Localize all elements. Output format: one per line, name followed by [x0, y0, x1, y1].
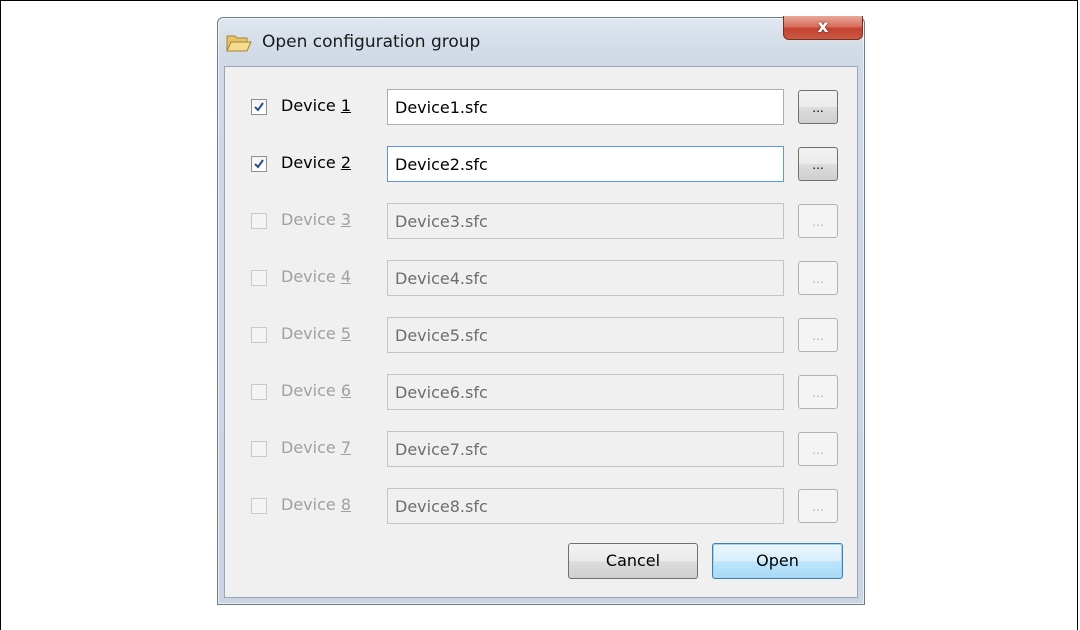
- device-label-number: 2: [340, 153, 351, 172]
- device-7-browse-button[interactable]: ...: [798, 432, 838, 466]
- device-label-text: Device: [281, 96, 341, 115]
- device-7-checkbox[interactable]: [251, 441, 267, 457]
- folder-open-icon: [226, 35, 252, 52]
- device-label-number: 7: [340, 438, 351, 457]
- device-1-file-input[interactable]: [387, 89, 784, 125]
- checkmark-icon: [254, 102, 264, 112]
- device-4-label: Device 4: [281, 267, 351, 286]
- window-title: Open configuration group: [262, 32, 481, 52]
- device-row-8: Device 8...: [225, 486, 857, 526]
- device-label-text: Device: [281, 267, 341, 286]
- device-4-browse-button[interactable]: ...: [798, 261, 838, 295]
- close-button[interactable]: x: [783, 16, 863, 40]
- device-4-checkbox[interactable]: [251, 270, 267, 286]
- device-label-text: Device: [281, 495, 341, 514]
- dialog-body: Device 1...Device 2...Device 3...Device …: [224, 66, 858, 598]
- device-7-label: Device 7: [281, 438, 351, 457]
- device-row-6: Device 6...: [225, 372, 857, 412]
- checkmark-icon: [254, 159, 264, 169]
- device-row-7: Device 7...: [225, 429, 857, 469]
- device-row-4: Device 4...: [225, 258, 857, 298]
- device-6-checkbox[interactable]: [251, 384, 267, 400]
- open-button[interactable]: Open: [712, 543, 843, 579]
- device-8-label: Device 8: [281, 495, 351, 514]
- device-6-label: Device 6: [281, 381, 351, 400]
- device-1-checkbox[interactable]: [251, 99, 267, 115]
- device-label-number: 6: [340, 381, 351, 400]
- device-label-text: Device: [281, 210, 341, 229]
- title-bar[interactable]: Open configuration group x: [218, 16, 864, 66]
- device-label-text: Device: [281, 153, 341, 172]
- device-2-checkbox[interactable]: [251, 156, 267, 172]
- device-8-file-input[interactable]: [387, 488, 784, 524]
- cancel-button[interactable]: Cancel: [568, 543, 698, 579]
- device-5-file-input[interactable]: [387, 317, 784, 353]
- device-8-browse-button[interactable]: ...: [798, 489, 838, 523]
- device-row-5: Device 5...: [225, 315, 857, 355]
- device-6-file-input[interactable]: [387, 374, 784, 410]
- close-icon: x: [817, 17, 829, 37]
- device-1-label: Device 1: [281, 96, 351, 115]
- device-3-browse-button[interactable]: ...: [798, 204, 838, 238]
- device-label-number: 4: [340, 267, 351, 286]
- device-label-text: Device: [281, 324, 341, 343]
- device-row-2: Device 2...: [225, 144, 857, 184]
- device-2-label: Device 2: [281, 153, 351, 172]
- device-3-file-input[interactable]: [387, 203, 784, 239]
- dialog-window: Open configuration group x Device 1...De…: [217, 16, 865, 605]
- device-5-label: Device 5: [281, 324, 351, 343]
- device-3-label: Device 3: [281, 210, 351, 229]
- device-6-browse-button[interactable]: ...: [798, 375, 838, 409]
- device-4-file-input[interactable]: [387, 260, 784, 296]
- device-label-number: 1: [340, 96, 351, 115]
- device-2-file-input[interactable]: [387, 146, 784, 182]
- device-1-browse-button[interactable]: ...: [798, 90, 838, 124]
- device-3-checkbox[interactable]: [251, 213, 267, 229]
- device-5-browse-button[interactable]: ...: [798, 318, 838, 352]
- device-label-number: 8: [340, 495, 351, 514]
- device-8-checkbox[interactable]: [251, 498, 267, 514]
- device-2-browse-button[interactable]: ...: [798, 147, 838, 181]
- device-label-text: Device: [281, 381, 341, 400]
- device-5-checkbox[interactable]: [251, 327, 267, 343]
- device-7-file-input[interactable]: [387, 431, 784, 467]
- device-label-number: 3: [340, 210, 351, 229]
- device-label-text: Device: [281, 438, 341, 457]
- device-row-1: Device 1...: [225, 87, 857, 127]
- device-row-3: Device 3...: [225, 201, 857, 241]
- device-label-number: 5: [340, 324, 351, 343]
